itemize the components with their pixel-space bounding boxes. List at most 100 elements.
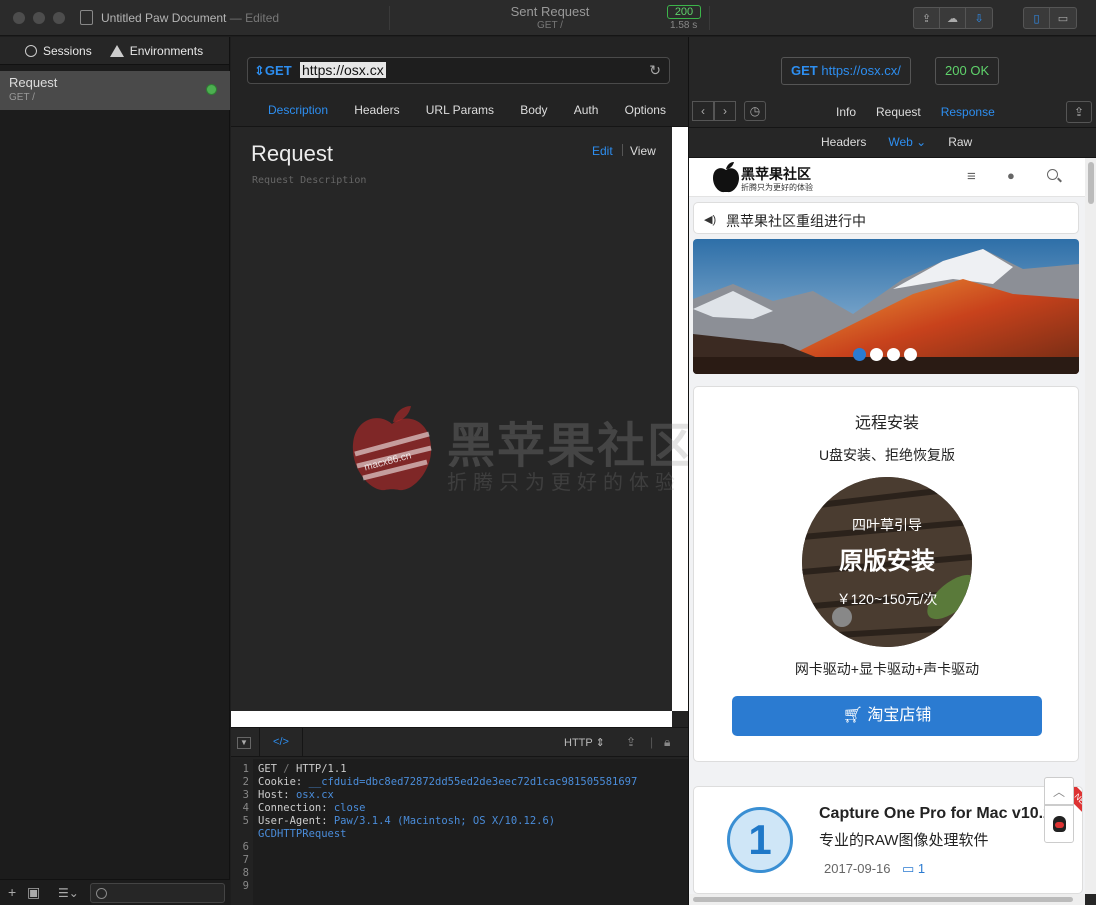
edit-button[interactable]: Edit — [592, 144, 613, 158]
forward-button[interactable]: › — [714, 101, 736, 121]
promo-image-line1: 四叶草引导 — [852, 517, 922, 533]
search-icon[interactable] — [1047, 169, 1058, 180]
web-preview[interactable]: 黑苹果社区 折腾只为更好的体验 ≡ ● ◀) 黑苹果社区重组进行中 远程安装 U… — [689, 158, 1085, 894]
code-line: Host: osx.cx — [258, 789, 334, 801]
site-name[interactable]: 黑苹果社区 — [741, 164, 811, 184]
lock-icon[interactable]: 🔒︎ — [664, 735, 670, 750]
scrollbar-thumb[interactable] — [1088, 162, 1094, 204]
filter-input[interactable] — [90, 883, 225, 903]
minimize-window-button[interactable] — [33, 12, 45, 24]
zoom-window-button[interactable] — [53, 12, 65, 24]
request-method-path: GET / — [9, 92, 35, 103]
tab-sessions-label: Sessions — [43, 43, 92, 58]
carousel-dot[interactable] — [887, 348, 900, 361]
promo-image-line2: 原版安装 — [839, 548, 935, 575]
subtab-headers[interactable]: Headers — [821, 135, 866, 149]
horizontal-scrollbar[interactable] — [231, 711, 672, 727]
response-pane: GET https://osx.cx/ 200 OK ‹ › ◷ Info Re… — [688, 37, 1096, 905]
announcement-bar[interactable]: ◀) 黑苹果社区重组进行中 — [693, 202, 1079, 234]
web-vertical-scrollbar[interactable] — [1085, 158, 1096, 894]
tab-headers[interactable]: Headers — [354, 103, 399, 125]
promo-subheading: U盘安装、拒绝恢复版 — [818, 447, 956, 463]
basket-icon: 🛒︎ — [842, 707, 863, 724]
format-selector[interactable]: HTTP ⇕ — [564, 736, 605, 749]
share-icon[interactable]: ⇪ — [626, 735, 636, 749]
method-selector[interactable]: ⇕GET — [254, 63, 292, 79]
promo-footer: 网卡驱动+显卡驱动+声卡驱动 — [794, 661, 980, 677]
code-viewer[interactable]: 123456789 GET / HTTP/1.1 Cookie: __cfdui… — [231, 759, 688, 905]
request-tabs: Description Headers URL Params Body Auth… — [231, 103, 688, 125]
response-url-badge: GET https://osx.cx/ — [781, 57, 911, 85]
sent-request-title: Sent Request — [510, 4, 590, 19]
tab-environments-label: Environments — [129, 43, 204, 58]
tab-info[interactable]: Info — [836, 105, 856, 119]
tab-auth[interactable]: Auth — [574, 103, 599, 125]
carousel-dot[interactable] — [853, 348, 866, 361]
promo-heading: 远程安装 — [854, 415, 919, 432]
tab-options[interactable]: Options — [625, 103, 666, 125]
bottom-panel-toggle-icon[interactable]: ▭ — [1050, 8, 1076, 28]
app-icon: 1 — [727, 807, 793, 873]
code-view-tab[interactable]: </> — [259, 728, 303, 757]
tab-environments[interactable]: Environments — [109, 43, 204, 58]
code-line: GET / HTTP/1.1 — [258, 763, 347, 775]
vertical-scrollbar[interactable] — [672, 127, 688, 711]
web-horizontal-scrollbar[interactable] — [689, 894, 1085, 905]
sidebar-toggle-icon[interactable]: ▯ — [1024, 8, 1050, 28]
carousel-dot[interactable] — [870, 348, 883, 361]
environment-icon — [109, 44, 124, 57]
url-bar[interactable]: ⇕GET https://osx.cx ↻ — [247, 57, 670, 84]
user-icon[interactable]: ● — [1007, 168, 1015, 183]
article-card[interactable]: 1 Capture One Pro for Mac v10.2.0 专业的RAW… — [693, 786, 1083, 894]
tab-response[interactable]: Response — [941, 105, 995, 119]
request-name: Request — [9, 75, 58, 90]
share-icon[interactable]: ⇪ — [1066, 101, 1092, 123]
tab-body[interactable]: Body — [520, 103, 547, 125]
code-line: GCDHTTPRequest — [258, 828, 347, 840]
site-header: 黑苹果社区 折腾只为更好的体验 ≡ ● — [689, 158, 1085, 197]
request-pane: ⇕GET https://osx.cx ↻ Description Header… — [231, 37, 688, 905]
divider — [689, 127, 1096, 128]
subtab-web[interactable]: Web ⌄ — [888, 135, 926, 149]
tab-sessions[interactable]: Sessions — [25, 44, 92, 58]
window-title: Untitled Paw Document — Edited — [101, 11, 280, 25]
back-button[interactable]: ‹ — [692, 101, 714, 121]
site-slogan: 折腾只为更好的体验 — [741, 183, 813, 192]
sidebar-request-item[interactable]: Request GET / — [0, 71, 230, 110]
import-icon[interactable]: ⇩ — [966, 8, 992, 28]
tab-description[interactable]: Description — [268, 103, 328, 125]
add-group-icon[interactable]: ▣ — [27, 884, 40, 901]
promo-card: 远程安装 U盘安装、拒绝恢复版 四叶草引导 原版安装 ￥120~150元/次 网… — [693, 386, 1079, 762]
clock-icon — [25, 44, 37, 57]
promo-price: ￥120~150元/次 — [836, 591, 938, 607]
url-input[interactable]: https://osx.cx — [300, 62, 386, 78]
history-clock-icon[interactable]: ◷ — [744, 101, 766, 121]
collapse-icon[interactable]: ▼ — [237, 737, 251, 749]
article-title[interactable]: Capture One Pro for Mac v10.2.0 — [819, 805, 1065, 823]
qq-contact-button[interactable] — [1044, 805, 1074, 843]
document-icon — [80, 10, 93, 25]
export-icon[interactable]: ⇪ — [914, 8, 940, 28]
carousel-dot[interactable] — [904, 348, 917, 361]
back-to-top-button[interactable]: ︿ — [1044, 777, 1074, 805]
refresh-icon[interactable]: ↻ — [649, 62, 661, 79]
code-line: Cookie: __cfduid=dbc8ed72872dd55ed2de3ee… — [258, 776, 638, 788]
description-placeholder[interactable]: Request Description — [252, 175, 366, 186]
shop-button[interactable]: 🛒︎ 淘宝店铺 — [732, 696, 1042, 736]
article-subtitle: 专业的RAW图像处理软件 — [819, 832, 989, 849]
add-request-icon[interactable]: + — [8, 884, 16, 900]
subtab-raw[interactable]: Raw — [948, 135, 972, 149]
scrollbar-thumb[interactable] — [693, 897, 1073, 902]
site-logo-icon[interactable] — [711, 161, 741, 193]
banner-carousel[interactable] — [693, 239, 1079, 374]
tab-url-params[interactable]: URL Params — [426, 103, 494, 125]
view-button[interactable]: View — [630, 144, 656, 158]
comment-count[interactable]: ▭ 1 — [902, 861, 925, 877]
tab-request[interactable]: Request — [876, 105, 921, 119]
cloud-icon[interactable]: ☁ — [940, 8, 966, 28]
close-window-button[interactable] — [13, 12, 25, 24]
menu-icon[interactable]: ≡ — [967, 168, 976, 185]
sort-icon[interactable]: ☰⌄ — [58, 886, 79, 900]
announcement-text: 黑苹果社区重组进行中 — [726, 213, 866, 229]
article-date: 2017-09-16 — [824, 861, 891, 876]
